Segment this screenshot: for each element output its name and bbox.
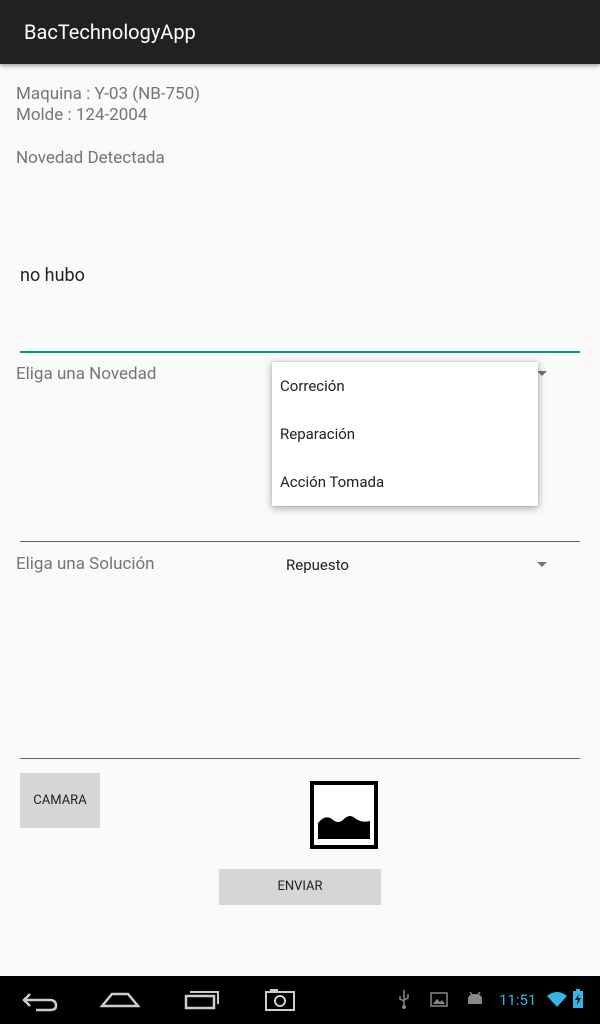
maquina-text: Maquina : Y-03 (NB-750) <box>16 84 201 104</box>
solucion-spinner-arrow-icon[interactable] <box>537 562 547 567</box>
app-bar: BacTechnologyApp <box>0 0 600 64</box>
battery-charging-icon <box>573 989 583 1008</box>
back-icon[interactable] <box>10 976 70 1024</box>
novedad-detectada-input[interactable]: no hubo <box>20 265 85 287</box>
enviar-button[interactable]: ENVIAR <box>219 869 381 905</box>
image-placeholder-icon[interactable] <box>310 781 378 849</box>
android-debug-icon <box>468 991 482 1004</box>
solucion-spinner-divider <box>20 758 580 759</box>
app-title: BacTechnologyApp <box>24 20 196 44</box>
novedad-dropdown-menu: Correción Reparación Acción Tomada <box>272 362 538 506</box>
novedad-detectada-label: Novedad Detectada <box>16 148 165 168</box>
wifi-icon <box>547 992 567 1007</box>
novedad-spinner-label: Eliga una Novedad <box>16 364 157 384</box>
recent-apps-icon[interactable] <box>170 976 230 1024</box>
novedad-spinner-arrow-icon[interactable] <box>537 371 547 376</box>
usb-icon <box>399 990 409 1009</box>
system-navigation-bar: 11:51 <box>0 976 600 1024</box>
solucion-spinner-label: Eliga una Solución <box>16 554 155 574</box>
dropdown-item-accion-tomada[interactable]: Acción Tomada <box>272 458 538 506</box>
home-icon[interactable] <box>90 976 150 1024</box>
molde-text: Molde : 124-2004 <box>16 105 148 125</box>
dropdown-item-reparacion[interactable]: Reparación <box>272 410 538 458</box>
image-icon <box>430 992 448 1007</box>
novedad-spinner-divider <box>20 541 580 542</box>
novedad-detectada-input-underline <box>20 351 580 353</box>
status-clock: 11:51 <box>499 991 537 1009</box>
camara-button[interactable]: CAMARA <box>20 773 100 828</box>
solucion-spinner-value[interactable]: Repuesto <box>286 555 349 575</box>
screenshot-icon[interactable] <box>250 976 310 1024</box>
dropdown-item-correcion[interactable]: Correción <box>272 362 538 410</box>
